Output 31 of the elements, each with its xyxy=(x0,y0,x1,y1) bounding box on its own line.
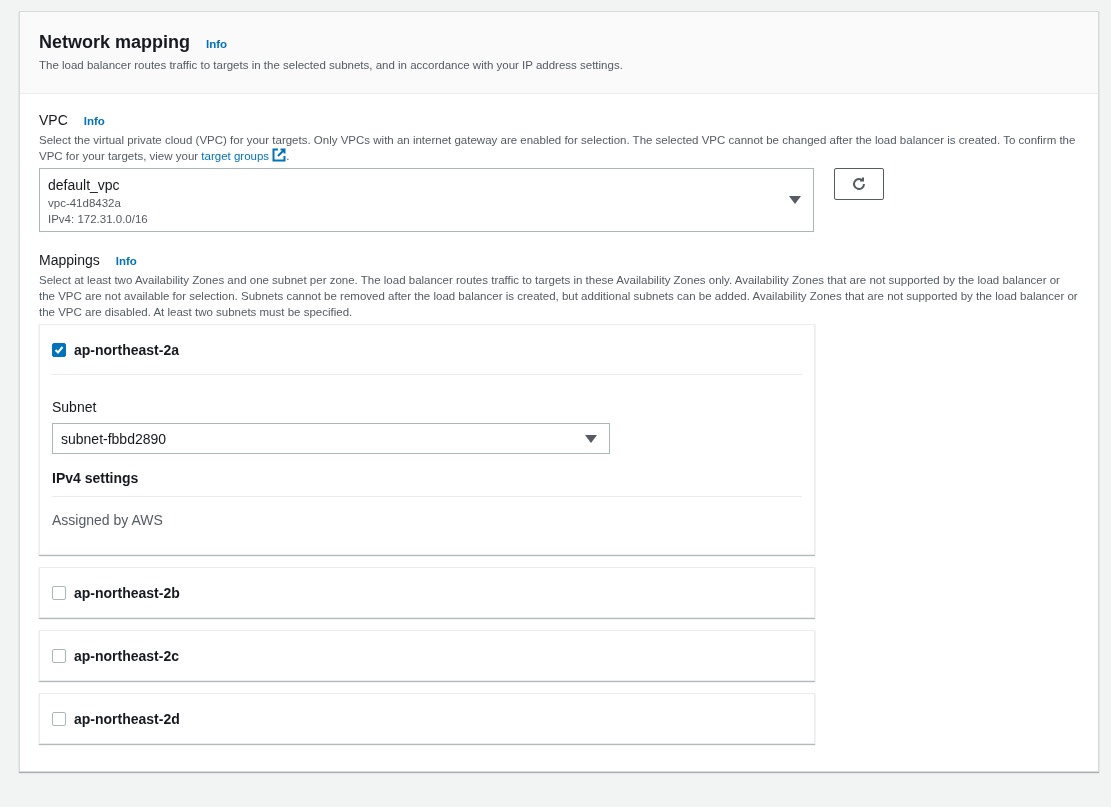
refresh-button[interactable] xyxy=(834,168,884,200)
checkbox[interactable] xyxy=(52,586,66,600)
external-link-icon xyxy=(272,148,287,162)
ipv4-value: Assigned by AWS xyxy=(52,512,164,528)
subnet-select[interactable]: subnet-fbbd2890 xyxy=(52,423,610,454)
checkbox[interactable] xyxy=(52,712,66,726)
section-description: The load balancer routes traffic to targets in the selected subnets, and in accordance with your IP address settings. xyxy=(39,58,624,73)
field-description: Select the virtual private cloud (VPC) for your targets. Only VPCs with an internet gateway are enabled for selection. The selected VPC cannot be changed after the load balancer is created. To confirm the VPC for your targets, view your target groups . xyxy=(39,133,1077,164)
target-groups-link[interactable]: target groups xyxy=(201,150,287,162)
zone-name: ap-northeast-2c xyxy=(74,648,180,664)
info-link[interactable]: Info xyxy=(206,38,228,50)
info-link[interactable]: Info xyxy=(83,115,105,127)
vpc-select[interactable]: default_vpc vpc-41d8432a IPv4: 172.31.0.0/16 xyxy=(39,168,814,232)
section-title: Network mapping xyxy=(39,32,190,53)
zone-name: ap-northeast-2b xyxy=(74,585,180,601)
checkbox[interactable] xyxy=(52,649,66,663)
zone-name: ap-northeast-2d xyxy=(74,711,180,727)
field-label: VPC xyxy=(39,112,68,128)
field-description: Select at least two Availability Zones and one subnet per zone. The load balancer routes traffic to targets in these Availability Zones only. Availability Zones that are not supported by the load balancer or the VPC are not available for selection. Subnets cannot be removed after the load balancer is created, but additional subnets can be added. Availability Zones that are not supported by the load balancer or the VPC are disabled. At least two subnets must be specified. xyxy=(39,273,1079,320)
field-label: Mappings xyxy=(39,252,100,268)
vpc-name: default_vpc xyxy=(48,176,120,195)
ipv4-heading: IPv4 settings xyxy=(52,454,802,497)
zone-name: ap-northeast-2a xyxy=(74,342,180,358)
vpc-cidr: IPv4: 172.31.0.0/16 xyxy=(48,212,148,227)
info-link[interactable]: Info xyxy=(115,255,137,267)
caret-icon xyxy=(789,196,801,204)
refresh-icon xyxy=(851,176,867,192)
field-label: Subnet xyxy=(52,399,98,415)
caret-icon xyxy=(585,434,597,443)
vpc-id: vpc-41d8432a xyxy=(48,196,121,211)
checkbox[interactable] xyxy=(52,343,66,357)
